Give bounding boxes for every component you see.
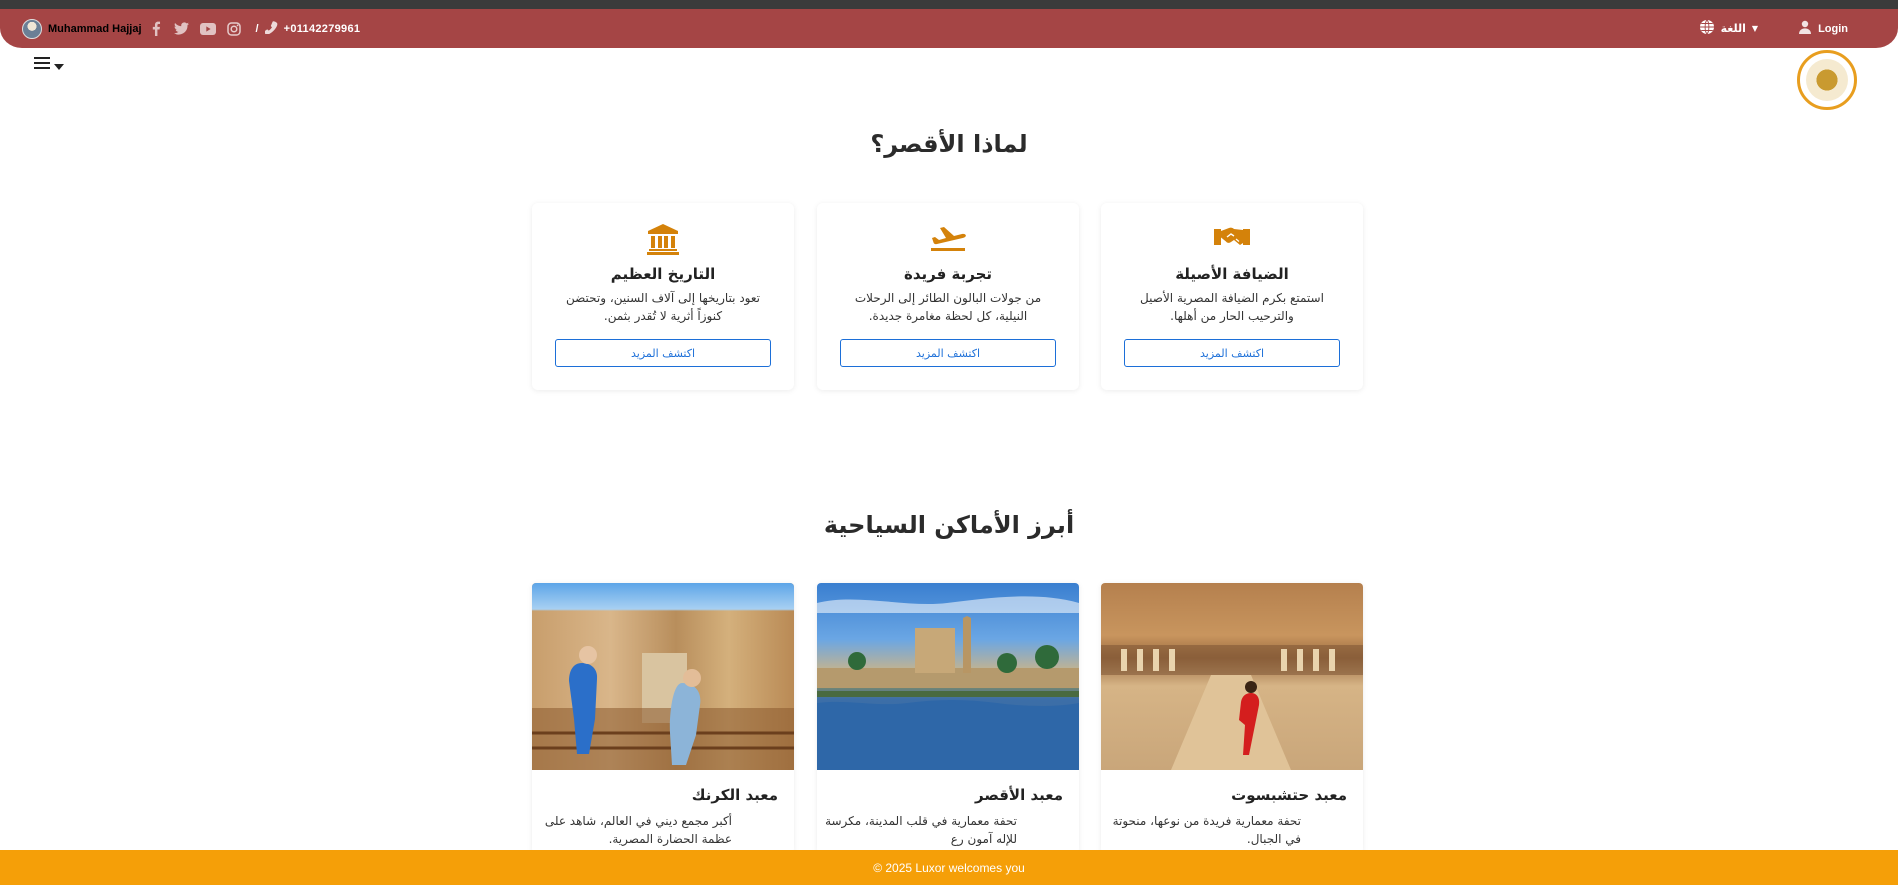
discover-more-button[interactable]: اكتشف المزيد [1124,339,1340,367]
footer: © 2025 Luxor welcomes you [0,850,1898,885]
chevron-down-icon: ▼ [1751,24,1759,33]
hatshepsut-temple-photo [1101,583,1363,770]
browser-top-strip [0,0,1898,9]
site-logo[interactable] [1797,50,1857,110]
menu-toggle[interactable] [34,55,64,74]
why-luxor-title: لماذا الأقصر؟ [870,130,1028,158]
facebook-icon[interactable] [148,21,164,37]
feature-card-title: الضيافة الأصيلة [1175,265,1289,283]
login-link[interactable]: Login [1798,20,1848,37]
place-card-description: تحفة معمارية في قلب المدينة، مكرسة للإله… [825,814,1017,846]
twitter-icon[interactable] [174,21,190,37]
feature-card-title: التاريخ العظيم [610,265,716,283]
language-label: اللغة [1720,22,1746,35]
place-card-title: معبد الكرنك [691,786,778,804]
handshake-icon [1101,223,1363,259]
karnak-temple-photo [532,583,794,770]
user-name[interactable]: Muhammad Hajjaj [48,23,142,35]
top-bar-actions: اللغة ▼ Login [1699,9,1848,48]
instagram-icon[interactable] [226,21,242,37]
youtube-icon[interactable] [199,21,216,37]
place-card-description: تحفة معمارية فريدة من نوعها، منحوتة في ا… [1112,814,1301,846]
social-links [148,21,242,37]
place-card-title: معبد الأقصر [974,786,1063,804]
luxor-temple-photo [817,583,1079,770]
phone-number[interactable]: +01142279961 [284,23,361,35]
place-card-luxor-temple[interactable]: معبد الأقصر تحفة معمارية في قلب المدينة،… [817,583,1079,853]
airplane-icon [817,223,1079,259]
place-card-karnak[interactable]: معبد الكرنك أكبر مجمع ديني في العالم، شا… [532,583,794,853]
caret-down-icon [54,55,64,74]
place-card-title: معبد حتشبسوت [1231,786,1347,804]
feature-card-history: التاريخ العظيم تعود بتاريخها إلى آلاف ال… [532,203,794,390]
top-attractions-title: أبرز الأماكن السياحية [823,511,1075,539]
login-label: Login [1818,22,1848,35]
footer-text: © 2025 Luxor welcomes you [873,860,1025,875]
logo-emblem [1806,59,1848,101]
hamburger-icon [34,55,50,74]
feature-card-hospitality: الضيافة الأصيلة استمتع بكرم الضيافة المص… [1101,203,1363,390]
discover-more-button[interactable]: اكتشف المزيد [555,339,771,367]
feature-card-description: تعود بتاريخها إلى آلاف السنين، وتحتضن كن… [565,291,761,323]
feature-card-description: استمتع بكرم الضيافة المصرية الأصيل والتر… [1140,291,1324,323]
place-card-description: أكبر مجمع ديني في العالم، شاهد على عظمة … [544,814,732,846]
landmark-icon [532,223,794,259]
place-card-hatshepsut[interactable]: معبد حتشبسوت تحفة معمارية فريدة من نوعها… [1101,583,1363,853]
feature-card-description: من جولات البالون الطائر إلى الرحلات الني… [854,291,1042,323]
globe-icon [1699,19,1715,38]
contact-separator: / [255,22,259,35]
feature-card-title: تجربة فريدة [903,265,993,283]
language-dropdown[interactable]: اللغة ▼ [1699,19,1758,38]
top-bar-contact: Muhammad Hajjaj / +01142279961 [22,9,360,48]
user-avatar[interactable] [22,18,42,39]
user-icon [1798,20,1812,37]
phone-icon [263,20,278,37]
top-bar: Muhammad Hajjaj / +01142279961 اللغة ▼ L… [0,9,1898,48]
feature-card-experience: تجربة فريدة من جولات البالون الطائر إلى … [817,203,1079,390]
discover-more-button[interactable]: اكتشف المزيد [840,339,1056,367]
